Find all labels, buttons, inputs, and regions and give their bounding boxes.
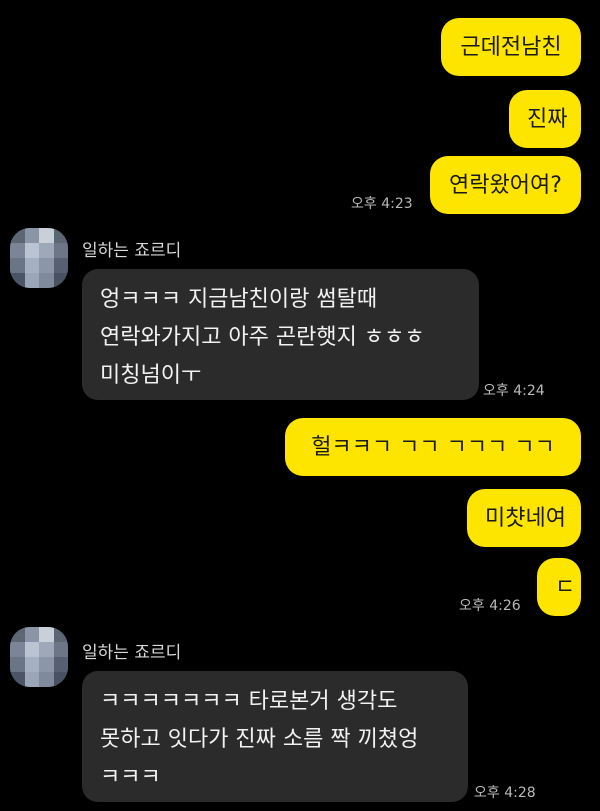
message-text: ㅋㅋㅋㅋㅋㅋㅋ 타로본거 생각도 못하고 잇다가 진짜 소름 짝 끼쳤엉 ㅋㅋㅋ [100, 689, 419, 790]
avatar[interactable] [10, 228, 68, 288]
sender-name: 일하는 죠르디 [82, 241, 182, 261]
incoming-message-bubble[interactable]: 엉ㅋㅋㅋ 지금남친이랑 썸탈때 연락와가지고 아주 곤란햇지 ㅎㅎㅎ 미칭넘이ㅜ [82, 269, 479, 400]
sender-name: 일하는 죠르디 [82, 643, 182, 663]
message-text: 진짜 [527, 107, 568, 132]
message-timestamp: 오후 4:23 [351, 196, 413, 212]
avatar[interactable] [10, 627, 68, 687]
message-timestamp: 오후 4:24 [483, 383, 545, 399]
message-text: 헐ㅋㅋㄱ ㄱㄱ ㄱㄱㄱ ㄱㄱ [311, 435, 555, 460]
message-text: 연락왔어여? [449, 173, 562, 198]
outgoing-message-bubble[interactable]: 연락왔어여? [430, 156, 581, 214]
message-timestamp: 오후 4:26 [459, 598, 521, 614]
incoming-message-bubble[interactable]: ㅋㅋㅋㅋㅋㅋㅋ 타로본거 생각도 못하고 잇다가 진짜 소름 짝 끼쳤엉 ㅋㅋㅋ [82, 671, 468, 802]
message-timestamp: 오후 4:28 [474, 785, 536, 801]
outgoing-message-bubble[interactable]: ㄷ [537, 558, 581, 616]
outgoing-message-bubble[interactable]: 근데전남친 [441, 18, 581, 76]
message-text: ㄷ [555, 575, 576, 600]
outgoing-message-bubble[interactable]: 미챳네여 [467, 489, 581, 547]
message-text: 근데전남친 [460, 35, 562, 60]
outgoing-message-bubble[interactable]: 헐ㅋㅋㄱ ㄱㄱ ㄱㄱㄱ ㄱㄱ [285, 418, 581, 476]
outgoing-message-bubble[interactable]: 진짜 [509, 90, 581, 148]
message-text: 엉ㅋㅋㅋ 지금남친이랑 썸탈때 연락와가지고 아주 곤란햇지 ㅎㅎㅎ 미칭넘이ㅜ [100, 287, 425, 388]
chat-message-list[interactable]: 근데전남친 진짜 연락왔어여? 오후 4:23 일하는 죠르디 엉ㅋㅋㅋ 지금남… [0, 0, 600, 811]
message-text: 미챳네여 [485, 506, 566, 531]
